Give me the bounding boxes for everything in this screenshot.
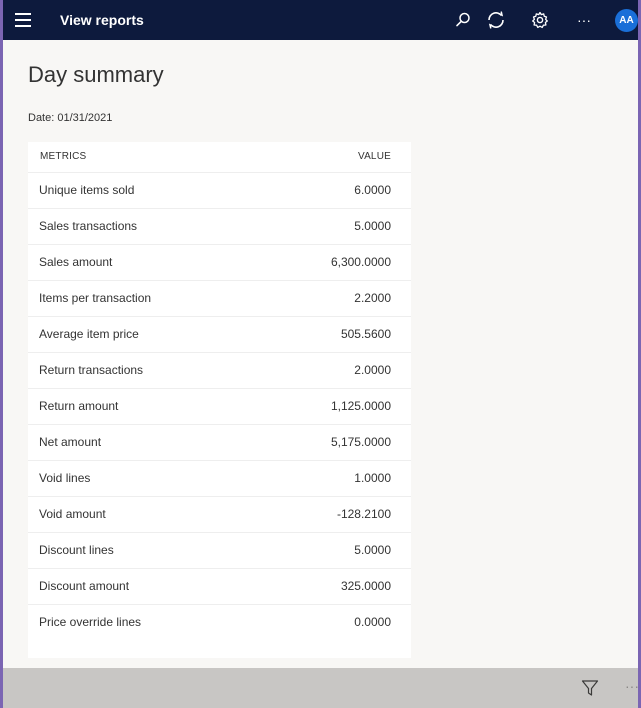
hamburger-icon[interactable] bbox=[15, 13, 31, 27]
metric-name: Void amount bbox=[39, 507, 106, 521]
table-row[interactable]: Price override lines 0.0000 bbox=[28, 604, 411, 640]
gear-icon[interactable] bbox=[529, 9, 551, 31]
table-row[interactable]: Sales transactions 5.0000 bbox=[28, 208, 411, 244]
table-row[interactable]: Return amount 1,125.0000 bbox=[28, 388, 411, 424]
metric-name: Return amount bbox=[39, 399, 119, 413]
more-icon[interactable]: ··· bbox=[573, 9, 595, 31]
more-label: ··· bbox=[625, 678, 639, 694]
table-row[interactable]: Void lines 1.0000 bbox=[28, 460, 411, 496]
metric-name: Average item price bbox=[39, 327, 139, 341]
table-row[interactable]: Items per transaction 2.2000 bbox=[28, 280, 411, 316]
more-label: ··· bbox=[577, 12, 591, 28]
metric-name: Discount amount bbox=[39, 579, 130, 593]
metric-name: Return transactions bbox=[39, 363, 144, 377]
table-row[interactable]: Average item price 505.5600 bbox=[28, 316, 411, 352]
metric-value: 5.0000 bbox=[354, 543, 391, 557]
search-icon[interactable] bbox=[452, 9, 474, 31]
avatar-initials: AA bbox=[619, 15, 634, 26]
metric-name: Price override lines bbox=[39, 615, 142, 629]
table-row[interactable]: Net amount 5,175.0000 bbox=[28, 424, 411, 460]
metric-value: 325.0000 bbox=[340, 579, 391, 593]
metric-value: 5,175.0000 bbox=[330, 435, 391, 449]
metrics-table: METRICS VALUE Unique items sold 6.0000 S… bbox=[28, 142, 411, 658]
app-window: View reports ··· AA Day summary Date: 01… bbox=[0, 0, 641, 708]
filter-icon[interactable] bbox=[580, 678, 600, 698]
app-title: View reports bbox=[60, 12, 144, 28]
metric-name: Net amount bbox=[39, 435, 102, 449]
metric-value: 0.0000 bbox=[354, 615, 391, 629]
metric-name: Items per transaction bbox=[39, 291, 152, 305]
metric-name: Sales amount bbox=[39, 255, 113, 269]
metric-name: Unique items sold bbox=[39, 183, 135, 197]
metric-value: 1.0000 bbox=[354, 471, 391, 485]
metric-value: 5.0000 bbox=[354, 219, 391, 233]
metric-name: Void lines bbox=[39, 471, 91, 485]
table-row[interactable]: Sales amount 6,300.0000 bbox=[28, 244, 411, 280]
column-header-metrics[interactable]: METRICS bbox=[40, 151, 86, 162]
refresh-icon[interactable] bbox=[485, 9, 507, 31]
more-options-button[interactable]: ··· bbox=[625, 678, 641, 698]
metric-value: 2.2000 bbox=[354, 291, 391, 305]
metric-name: Discount lines bbox=[39, 543, 114, 557]
metric-value: 6,300.0000 bbox=[330, 255, 391, 269]
metric-name: Sales transactions bbox=[39, 219, 138, 233]
page-title: Day summary bbox=[28, 62, 164, 87]
header-bar: View reports ··· AA bbox=[3, 0, 638, 40]
table-row[interactable]: Return transactions 2.0000 bbox=[28, 352, 411, 388]
report-date: Date: 01/31/2021 bbox=[28, 112, 113, 124]
metric-value: 1,125.0000 bbox=[330, 399, 391, 413]
metric-value: -128.2100 bbox=[336, 507, 391, 521]
column-header-value[interactable]: VALUE bbox=[358, 151, 391, 162]
table-row[interactable]: Void amount -128.2100 bbox=[28, 496, 411, 532]
metric-value: 6.0000 bbox=[354, 183, 391, 197]
metric-value: 505.5600 bbox=[340, 327, 391, 341]
metric-value: 2.0000 bbox=[354, 363, 391, 377]
command-bar: ··· bbox=[3, 668, 641, 708]
avatar[interactable]: AA bbox=[615, 9, 638, 32]
table-row[interactable]: Discount lines 5.0000 bbox=[28, 532, 411, 568]
table-row[interactable]: Discount amount 325.0000 bbox=[28, 568, 411, 604]
table-row[interactable]: Unique items sold 6.0000 bbox=[28, 172, 411, 208]
